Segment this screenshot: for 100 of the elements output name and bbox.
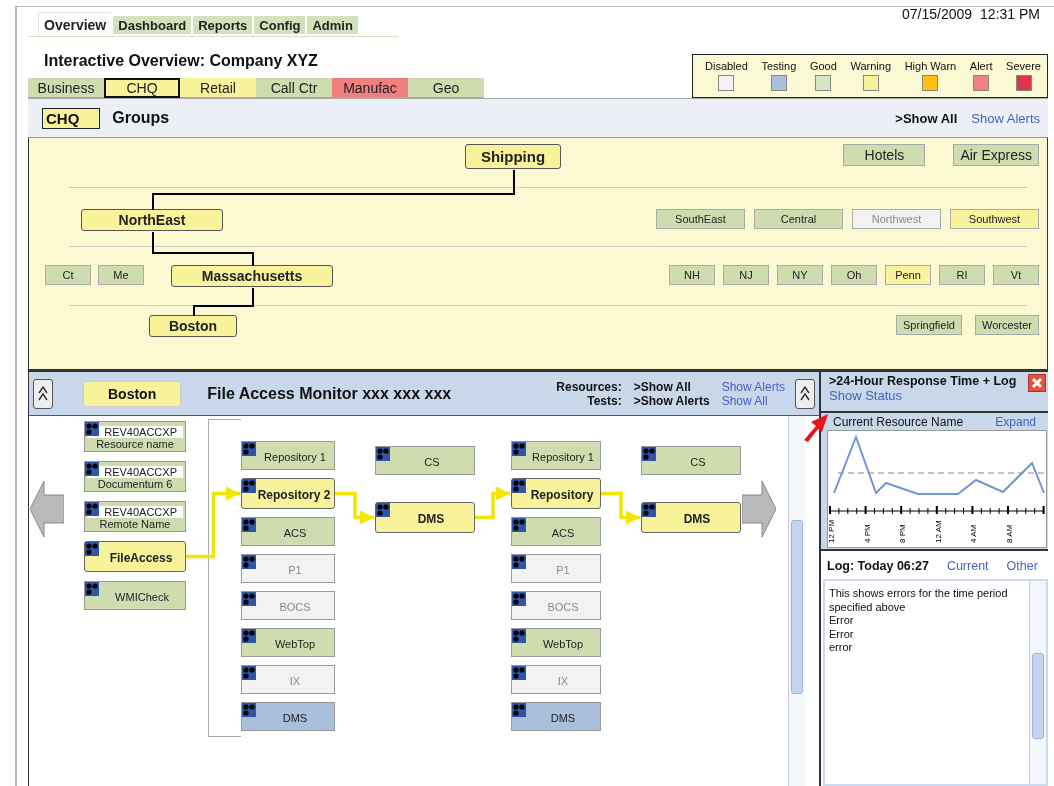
group-node[interactable]: RI (939, 265, 985, 285)
resource-node[interactable]: ACS (241, 517, 335, 546)
group-node[interactable]: SouthEast (656, 209, 745, 229)
group-node[interactable]: NorthEast (81, 209, 223, 231)
axis-label: 8 PM (898, 524, 908, 543)
filter-link[interactable]: Show All (721, 393, 768, 408)
location-badge: Boston (83, 380, 182, 407)
scrollbar[interactable] (1029, 581, 1046, 784)
resource-node[interactable]: DMS (641, 502, 741, 533)
close-button[interactable] (1028, 374, 1046, 392)
filter-link[interactable]: Show Alerts (971, 110, 1040, 126)
group-node[interactable]: NH (669, 265, 715, 285)
legend-label: Testing (761, 60, 797, 72)
monitor-title: File Access Monitor xxx xxx xxx (207, 384, 452, 403)
resource-node[interactable]: DMS (511, 702, 601, 731)
nav-tab[interactable]: Config (254, 16, 306, 34)
axis-label: 12 PM (827, 519, 836, 543)
group-node[interactable]: Penn (885, 265, 931, 285)
status-icon (512, 442, 526, 456)
resource-node[interactable]: DMS (375, 502, 475, 533)
legend-label: Severe (1006, 60, 1041, 72)
resource-node[interactable]: Repository 1 (511, 441, 601, 470)
group-node[interactable]: Vt (993, 265, 1039, 285)
filter-link[interactable]: >Show Alerts (633, 393, 710, 408)
status-icon (242, 442, 256, 456)
group-node[interactable]: Massachusetts (171, 265, 333, 287)
resource-node[interactable]: DMS (241, 702, 335, 731)
status-icon (512, 479, 526, 493)
nav-tab[interactable]: Overview (38, 12, 112, 36)
group-node[interactable]: Boston (149, 315, 237, 337)
status-icon (376, 447, 390, 461)
status-icon (242, 518, 256, 532)
filter-link[interactable]: Show Alerts (721, 379, 785, 394)
status-icon (376, 503, 390, 517)
status-icon (242, 592, 256, 606)
status-icon (85, 582, 99, 596)
scrollbar[interactable] (788, 416, 805, 786)
status-icon (512, 629, 526, 643)
resource-node[interactable]: WMICheck (84, 581, 186, 610)
legend-label: Warning (850, 60, 892, 72)
show-status-link[interactable]: Show Status (829, 388, 1017, 403)
filter-link[interactable]: >Show All (633, 379, 691, 394)
category-tab[interactable]: Manufac (332, 78, 408, 98)
filter-link[interactable]: >Show All (895, 110, 958, 126)
time-text: 12:31 PM (980, 6, 1040, 22)
group-node[interactable]: Air Express (953, 144, 1039, 166)
log-field[interactable]: This shows errors for the time period specified above Error Error error (823, 579, 1048, 786)
axis-label: 12 AM (933, 520, 943, 543)
status-icon (512, 592, 526, 606)
flow-arrow (601, 491, 640, 525)
resource-node[interactable]: REV40ACCXP Remote Name (84, 501, 186, 532)
legend-label: Disabled (705, 60, 748, 72)
category-tab[interactable]: Retail (180, 78, 256, 98)
date-text: 07/15/2009 (902, 6, 973, 22)
flow-arrow (475, 486, 510, 520)
resource-node[interactable]: WebTop (511, 628, 601, 657)
resource-node[interactable]: Repository 1 (241, 441, 335, 470)
resource-node[interactable]: CS (641, 446, 741, 475)
resource-node[interactable]: WebTop (241, 628, 335, 657)
log-line: Error (829, 614, 855, 628)
legend-label: High Warn (904, 60, 957, 72)
group-node[interactable]: Southwest (950, 209, 1039, 229)
nav-tab[interactable]: Dashboard (113, 16, 192, 34)
collapse-button[interactable] (33, 378, 53, 409)
group-node[interactable]: Worcester (975, 315, 1039, 335)
log-link[interactable]: Other (1006, 559, 1038, 573)
status-icon (242, 555, 256, 569)
log-line: Error (829, 627, 855, 641)
log-link[interactable]: Current (946, 559, 989, 573)
resource-node[interactable]: Repository 2 (241, 478, 335, 509)
category-tab[interactable]: Call Ctr (256, 78, 332, 98)
left-arrow-icon (30, 481, 64, 537)
group-node[interactable]: NJ (723, 265, 769, 285)
group-node[interactable]: Shipping (465, 144, 561, 169)
group-node[interactable]: Springfield (896, 315, 962, 335)
collapse-button[interactable] (795, 378, 815, 409)
resource-node[interactable]: REV40ACCXP Resource name (84, 421, 186, 452)
resource-node[interactable]: ACS (511, 517, 601, 546)
group-node[interactable]: Central (754, 209, 843, 229)
resource-node[interactable]: REV40ACCXP Documentum 6 (84, 461, 186, 492)
group-node[interactable]: Hotels (843, 144, 926, 166)
resource-node[interactable]: CS (375, 446, 475, 475)
category-tab[interactable]: CHQ (104, 78, 180, 98)
nav-tab[interactable]: Reports (193, 16, 253, 34)
axis-label: 4 AM (969, 524, 979, 543)
status-icon (242, 703, 256, 717)
expand-link[interactable]: Expand (995, 415, 1036, 429)
status-icon (242, 666, 256, 680)
group-node[interactable]: Ct (45, 265, 91, 285)
panel-title: >24-Hour Response Time + Log (829, 374, 1017, 388)
group-node[interactable]: Oh (831, 265, 877, 285)
resource-node[interactable]: FileAccess (84, 541, 186, 572)
group-node[interactable]: NY (777, 265, 823, 285)
flow-arrow (335, 491, 374, 525)
group-node[interactable]: Me (98, 265, 144, 285)
category-tab[interactable]: Geo (408, 78, 484, 98)
nav-tab[interactable]: Admin (307, 16, 358, 34)
section-title: Groups (112, 109, 170, 127)
resource-node[interactable]: Repository (511, 478, 601, 509)
category-tab[interactable]: Business (28, 78, 104, 98)
